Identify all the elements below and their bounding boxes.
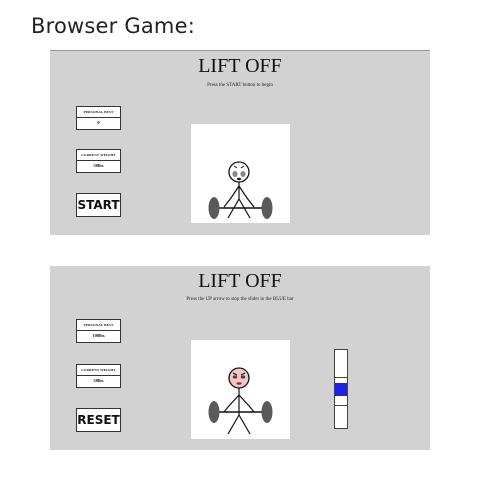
lifter-stage [191,340,290,439]
instruction-text: Press the START button to begin [207,83,273,88]
right-eye [240,171,246,177]
personal-best-label: PERSONAL BEST [83,110,114,114]
current-weight-label: CURRENT WEIGHT [81,153,116,157]
left-plate [208,197,220,219]
game-title: LIFT OFF [198,55,282,77]
target-zone-blue-bar [335,383,347,396]
game-screen-lifting: LIFT OFF Press the UP arrow to stop the … [50,266,430,450]
personal-best-box: PERSONAL BEST 0 [76,106,121,130]
left-plate [208,401,220,423]
start-button[interactable]: START [76,193,121,217]
mouth [236,382,242,385]
current-weight-box: CURRENT WEIGHT 50lbs [76,149,121,173]
page-caption: Browser Game: [31,14,195,38]
personal-best-box: PERSONAL BEST 100lbs [76,319,121,343]
left-eye [232,171,238,177]
mouth [237,177,241,181]
game-screen-start: LIFT OFF Press the START button to begin… [50,50,430,235]
left-eye [232,375,238,379]
weightlifter-figure [208,161,273,219]
right-plate [261,401,273,423]
lifter-stage [191,124,290,223]
current-weight-value: 50lbs [93,163,104,168]
game-title: LIFT OFF [198,270,282,292]
right-eye [240,375,246,379]
current-weight-value: 50lbs [93,378,104,383]
lifter-head-strained [228,367,250,389]
personal-best-value: 100lbs [92,333,105,338]
right-plate [261,197,273,219]
power-meter [334,349,348,429]
reset-button[interactable]: RESET [76,408,121,432]
personal-best-value: 0 [97,120,100,125]
personal-best-label: PERSONAL BEST [83,323,114,327]
current-weight-label: CURRENT WEIGHT [81,368,116,372]
weightlifter-figure [208,367,273,435]
current-weight-box: CURRENT WEIGHT 50lbs [76,364,121,388]
instruction-text: Press the UP arrow to stop the slider in… [186,297,294,302]
